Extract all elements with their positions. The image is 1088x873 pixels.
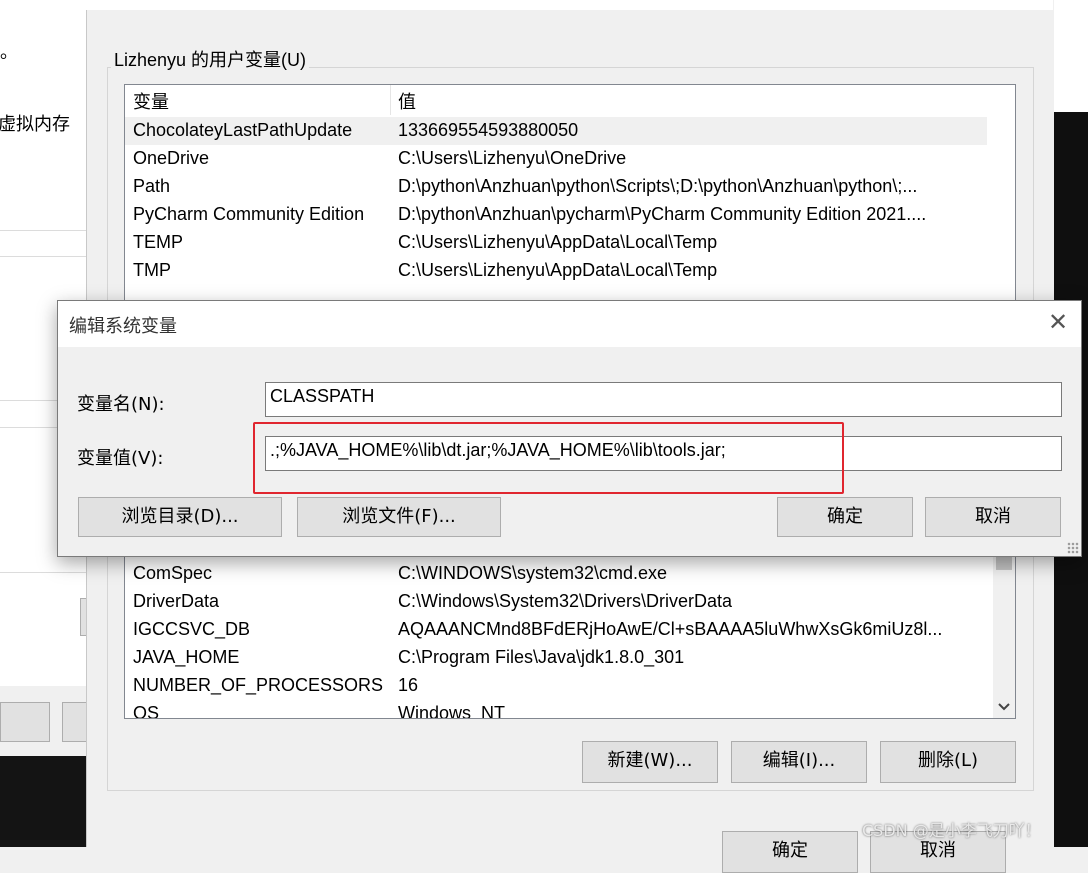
dialog-top-edge [86,0,1053,10]
list-header: 变量 值 [125,85,1015,115]
column-divider [390,85,391,115]
close-icon[interactable]: ✕ [1043,309,1073,339]
chevron-down-icon[interactable] [997,702,1011,712]
variable-value-label: 变量值(V): [77,448,164,469]
background-virtual-memory-text: 虚拟内存 [0,114,70,134]
scrollbar-thumb[interactable] [996,556,1012,570]
list-item[interactable]: TMP C:\Users\Lizhenyu\AppData\Local\Temp [125,257,987,285]
column-header-value[interactable]: 值 [398,88,416,114]
variable-name: PyCharm Community Edition [133,204,365,224]
user-variables-group-label: Lizhenyu 的用户变量(U) [111,46,310,72]
column-header-variable[interactable]: 变量 [133,88,169,114]
list-item[interactable]: IGCCSVC_DB AQAAANCMnd8BFdERjHoAwE/Cl+sBA… [125,616,987,644]
variable-value: C:\Windows\System32\Drivers\DriverData [398,591,733,611]
variable-name: JAVA_HOME [133,647,240,667]
variable-value: C:\Program Files\Java\jdk1.8.0_301 [398,647,685,667]
variable-name: OneDrive [133,148,210,168]
resize-grip-icon[interactable] [1067,542,1079,554]
variable-name: IGCCSVC_DB [133,619,251,639]
variable-name-input[interactable]: CLASSPATH [265,382,1062,417]
desktop-background [0,756,86,847]
variable-name: TEMP [133,232,184,252]
variable-name: ChocolateyLastPathUpdate [133,120,353,140]
variable-name: NUMBER_OF_PROCESSORS [133,675,384,695]
list-item[interactable]: ComSpec C:\WINDOWS\system32\cmd.exe [125,560,987,588]
variable-value: AQAAANCMnd8BFdERjHoAwE/Cl+sBAAAA5luWhwXs… [398,619,943,639]
list-item[interactable]: ChocolateyLastPathUpdate 133669554593880… [125,117,987,145]
title-bar[interactable]: 编辑系统变量 ✕ [58,301,1081,347]
variable-value: C:\WINDOWS\system32\cmd.exe [398,563,668,583]
list-item[interactable]: TEMP C:\Users\Lizhenyu\AppData\Local\Tem… [125,229,987,257]
user-variables-list[interactable]: 变量 值 ChocolateyLastPathUpdate 1336695545… [124,84,1016,312]
list-item[interactable]: JAVA_HOME C:\Program Files\Java\jdk1.8.0… [125,644,987,672]
list-item[interactable]: OneDrive C:\Users\Lizhenyu\OneDrive [125,145,987,173]
variable-value: D:\python\Anzhuan\pycharm\PyCharm Commun… [398,204,927,224]
background-button[interactable] [0,702,50,742]
variable-name: Path [133,176,171,196]
variable-name: DriverData [133,591,220,611]
background-divider [0,256,86,257]
dialog-title: 编辑系统变量 [69,316,177,337]
variable-name: ComSpec [133,563,213,583]
variable-name: OS [133,703,160,719]
variable-name: TMP [133,260,171,280]
list-item[interactable]: OS Windows_NT [125,700,987,719]
background-divider [0,230,86,231]
browse-directory-button[interactable]: 浏览目录(D)... [78,497,282,537]
delete-button[interactable]: 删除(L) [880,741,1016,783]
variable-value: C:\Users\Lizhenyu\AppData\Local\Temp [398,260,718,280]
ok-button[interactable]: 确定 [722,831,858,873]
watermark: CSDN @是小李飞刀吖！ [862,821,1041,840]
vertical-scrollbar[interactable] [993,540,1015,718]
variable-value: 133669554593880050 [398,120,579,140]
ok-button[interactable]: 确定 [777,497,913,537]
browse-file-button[interactable]: 浏览文件(F)... [297,497,501,537]
background-divider [0,572,86,573]
variable-value: D:\python\Anzhuan\python\Scripts\;D:\pyt… [398,176,918,196]
background-text-fragment: 。 [0,42,18,62]
variable-value: 16 [398,675,419,695]
cancel-button[interactable]: 取消 [925,497,1061,537]
variable-value: C:\Users\Lizhenyu\OneDrive [398,148,627,168]
new-button[interactable]: 新建(W)... [582,741,718,783]
variable-value: C:\Users\Lizhenyu\AppData\Local\Temp [398,232,718,252]
list-item[interactable]: Path D:\python\Anzhuan\python\Scripts\;D… [125,173,987,201]
edit-button[interactable]: 编辑(I)... [731,741,867,783]
system-variables-list[interactable]: ComSpec C:\WINDOWS\system32\cmd.exe Driv… [124,540,1016,719]
background-button[interactable] [62,702,88,742]
background-window-edge [1053,0,1088,112]
variable-value: Windows_NT [398,703,506,719]
list-item[interactable]: PyCharm Community Edition D:\python\Anzh… [125,201,987,229]
annotation-highlight-box [253,422,844,494]
list-item[interactable]: DriverData C:\Windows\System32\Drivers\D… [125,588,987,616]
edit-system-variable-dialog: 编辑系统变量 ✕ 变量名(N): CLASSPATH 变量值(V): .;%JA… [57,300,1082,557]
variable-name-label: 变量名(N): [77,394,165,415]
list-item[interactable]: NUMBER_OF_PROCESSORS 16 [125,672,987,700]
